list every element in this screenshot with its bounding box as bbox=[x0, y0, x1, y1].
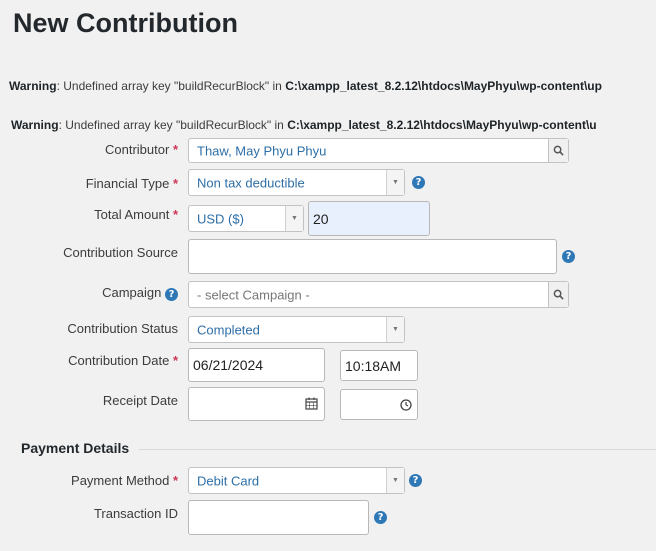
currency-select[interactable]: USD ($) ▼ bbox=[188, 205, 304, 232]
contributor-label: Contributor * bbox=[105, 142, 178, 157]
contributor-select[interactable]: Thaw, May Phyu Phyu bbox=[188, 138, 569, 163]
warning-path: C:\xampp_latest_8.2.12\htdocs\MayPhyu\wp… bbox=[287, 118, 597, 132]
contribution-source-label: Contribution Source bbox=[63, 245, 178, 260]
receipt-date-label: Receipt Date bbox=[102, 393, 178, 408]
required-marker: * bbox=[172, 473, 178, 488]
php-warning: Warning: Undefined array key "buildRecur… bbox=[11, 118, 597, 132]
payment-method-select[interactable]: Debit Card ▼ bbox=[188, 467, 405, 494]
contribution-date-input[interactable]: 06/21/2024 bbox=[188, 348, 325, 382]
caret-down-icon: ▼ bbox=[386, 317, 404, 342]
financial-type-label: Financial Type * bbox=[85, 176, 178, 191]
contribution-status-select[interactable]: Completed ▼ bbox=[188, 316, 405, 343]
financial-type-select[interactable]: Non tax deductible ▼ bbox=[188, 169, 405, 196]
contribution-date-label: Contribution Date * bbox=[68, 353, 178, 368]
caret-down-icon: ▼ bbox=[285, 206, 303, 231]
question-circle-icon[interactable]: ? bbox=[374, 511, 387, 524]
campaign-select[interactable]: - select Campaign - bbox=[188, 281, 569, 308]
transaction-id-input[interactable] bbox=[188, 500, 369, 535]
search-icon[interactable] bbox=[548, 139, 568, 162]
required-marker: * bbox=[172, 176, 178, 191]
payment-details-heading: Payment Details bbox=[21, 440, 130, 456]
section-divider bbox=[139, 449, 656, 450]
question-circle-icon[interactable]: ? bbox=[412, 176, 425, 189]
warning-path: C:\xampp_latest_8.2.12\htdocs\MayPhyu\wp… bbox=[285, 79, 602, 93]
required-marker: * bbox=[172, 353, 178, 368]
calendar-icon[interactable] bbox=[305, 397, 318, 413]
total-amount-label: Total Amount * bbox=[94, 207, 178, 222]
question-circle-icon[interactable]: ? bbox=[562, 250, 575, 263]
receipt-time-input[interactable] bbox=[340, 389, 418, 420]
required-marker: * bbox=[172, 142, 178, 157]
contribution-status-label: Contribution Status bbox=[67, 321, 178, 336]
payment-method-label: Payment Method * bbox=[71, 473, 178, 488]
campaign-label: Campaign ? bbox=[102, 285, 178, 301]
transaction-id-label: Transaction ID bbox=[93, 506, 178, 521]
question-circle-icon[interactable]: ? bbox=[409, 474, 422, 487]
caret-down-icon: ▼ bbox=[386, 468, 404, 493]
contribution-time-input[interactable]: 10:18AM bbox=[340, 350, 418, 381]
receipt-date-input[interactable] bbox=[188, 387, 325, 421]
warning-text: : Undefined array key "buildRecurBlock" … bbox=[56, 79, 286, 93]
question-circle-icon[interactable]: ? bbox=[165, 288, 178, 301]
clock-icon[interactable] bbox=[400, 398, 412, 414]
search-icon[interactable] bbox=[548, 282, 568, 307]
total-amount-input[interactable]: 20 bbox=[308, 201, 430, 236]
page-title: New Contribution bbox=[13, 8, 238, 38]
php-warning: Warning: Undefined array key "buildRecur… bbox=[9, 79, 602, 93]
caret-down-icon: ▼ bbox=[386, 170, 404, 195]
warning-text: : Undefined array key "buildRecurBlock" … bbox=[58, 118, 288, 132]
contribution-source-input[interactable] bbox=[188, 239, 557, 274]
warning-label: Warning bbox=[11, 118, 59, 132]
required-marker: * bbox=[172, 207, 178, 222]
warning-label: Warning bbox=[9, 79, 57, 93]
